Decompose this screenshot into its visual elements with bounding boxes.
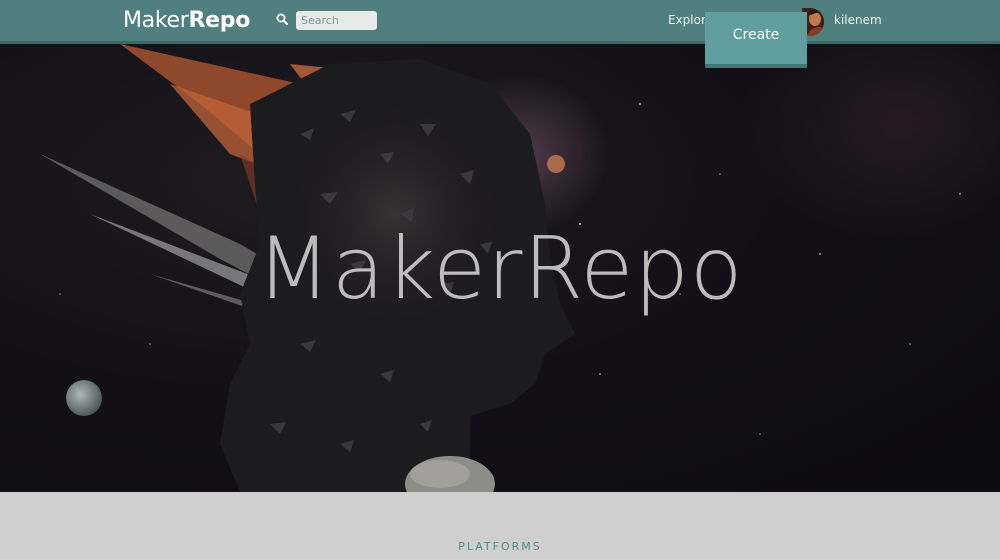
top-navbar: MakerRepo Explore kilenem — [0, 0, 1000, 44]
logo-text-bold: Repo — [188, 8, 251, 33]
create-button[interactable]: Create — [705, 12, 807, 68]
platforms-section: PLATFORMS — [0, 492, 1000, 559]
hero-banner: MakerRepo — [0, 44, 1000, 492]
logo-text-light: Maker — [123, 8, 189, 33]
hero-title: MakerRepo — [256, 219, 744, 319]
username-label[interactable]: kilenem — [834, 13, 882, 28]
search-input[interactable] — [296, 11, 377, 30]
platforms-heading: PLATFORMS — [458, 540, 542, 553]
search-icon[interactable] — [276, 13, 288, 25]
site-logo[interactable]: MakerRepo — [123, 8, 250, 34]
